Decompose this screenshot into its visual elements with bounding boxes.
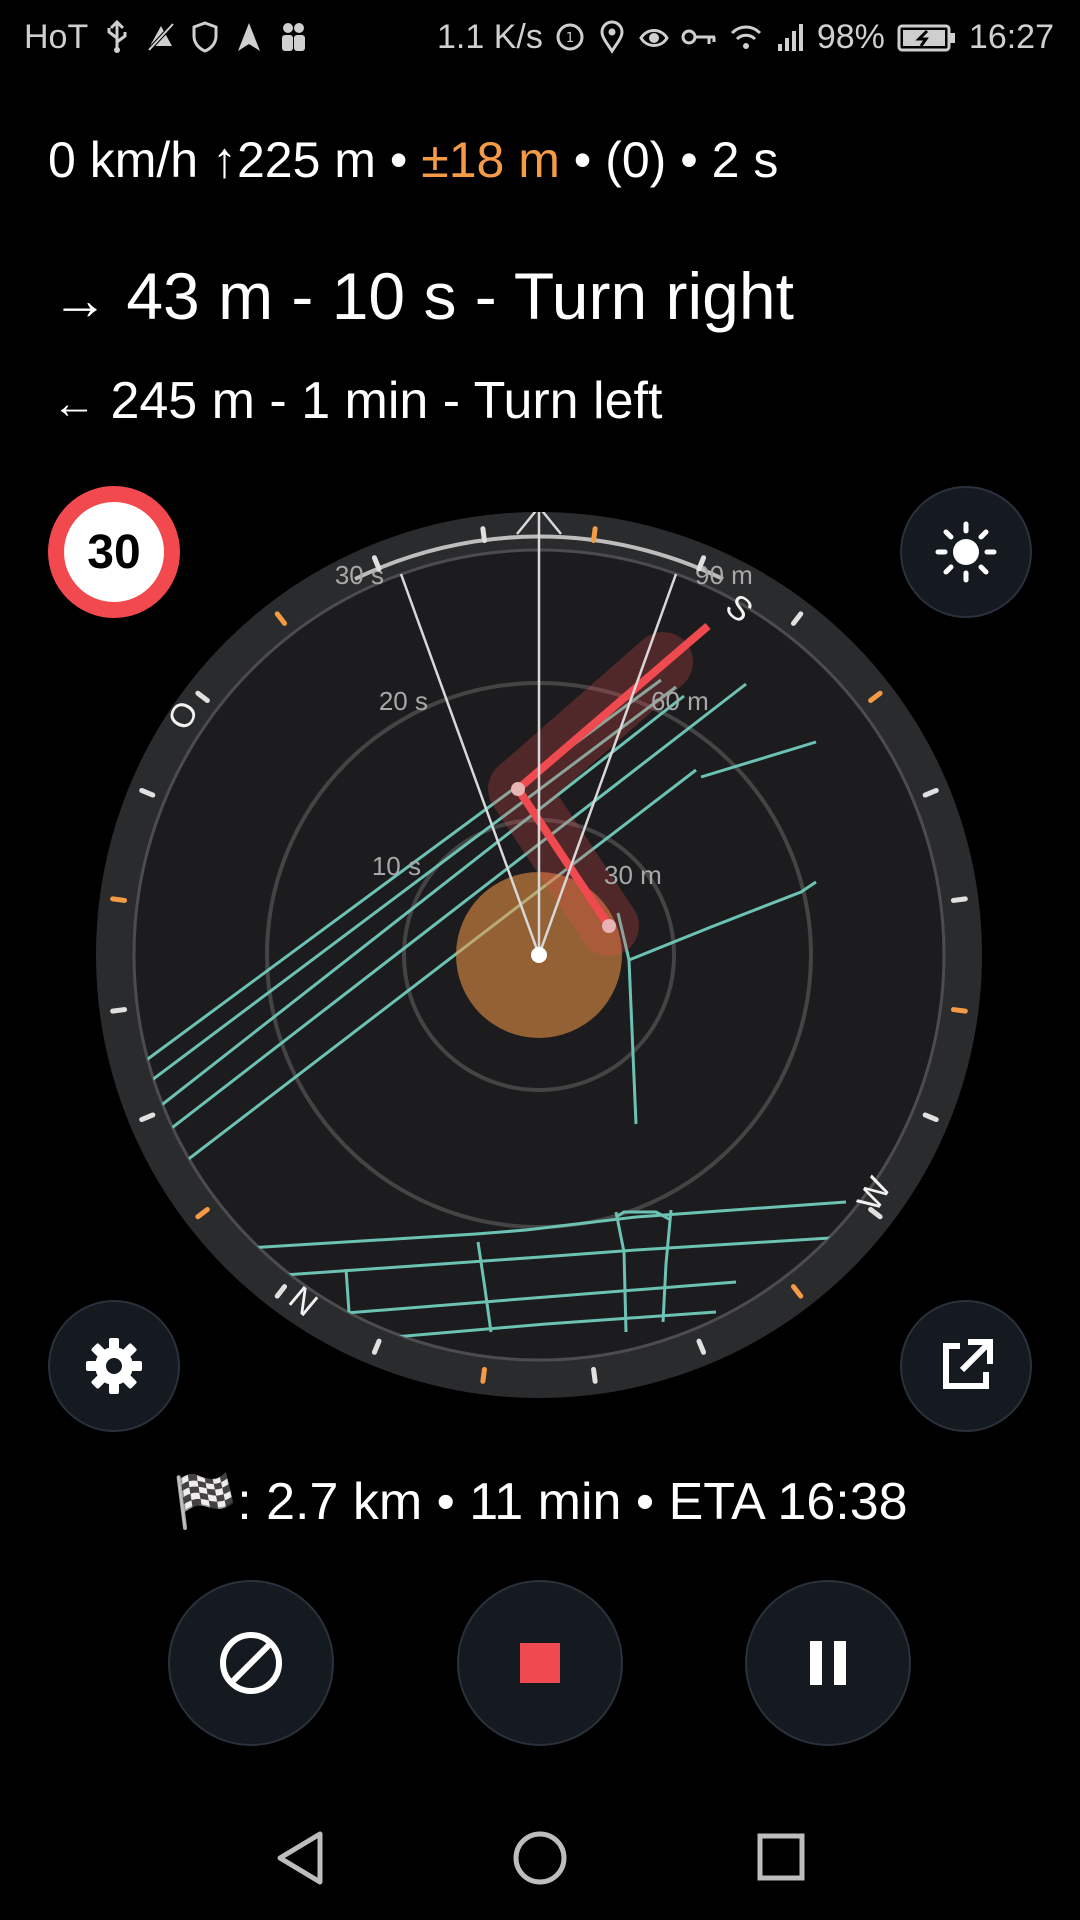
stop-button[interactable] [457,1580,623,1746]
compass-tick [591,526,598,544]
compass-tick [110,1007,128,1014]
fix-age: 2 s [711,132,779,188]
separator: • [389,132,408,188]
location-pin-icon [600,20,624,54]
wifi-icon [730,25,761,49]
cell-signal-icon [777,24,803,51]
compass-tick [950,1007,968,1014]
current-speed: 0 km/h [48,132,199,188]
satellite-count: (0) [605,132,667,188]
turn-left-arrow-icon: ← [52,379,96,428]
pause-icon [810,1641,846,1685]
following-instruction: ← 245 m - 1 min - Turn left [52,370,662,435]
compass-tick [480,526,487,544]
separator: • [573,132,592,188]
turn-right-arrow-icon: → [52,268,108,331]
gps-status-line: 0 km/h ↑225 m • ±18 m • (0) • 2 s [48,130,778,190]
navigation-screen: HoT 1.1 K/s 1 98% 16:27 0 km/h ↑225 m • … [0,0,1080,1920]
altitude: ↑225 m [211,132,376,188]
cancel-icon [220,1632,282,1694]
gear-icon [86,1338,142,1394]
time-label-20: 20 s [379,686,428,716]
current-position [531,947,547,963]
following-instruction-text: 245 m - 1 min - Turn left [110,372,663,430]
clock: 16:27 [968,18,1054,56]
next-instruction-text: 43 m - 10 s - Turn right [126,259,794,333]
status-bar-right: 1.1 K/s 1 98% 16:27 [437,18,1054,56]
status-bar: HoT 1.1 K/s 1 98% 16:27 [0,0,1080,76]
people-icon [282,23,306,51]
separator: • [680,132,698,188]
status-bar-left: HoT [24,18,308,56]
key-icon [681,29,716,45]
compass-tick [591,1366,598,1384]
finish-flag-icon: 🏁 [172,1473,238,1531]
cancel-route-button[interactable] [168,1580,334,1746]
back-icon[interactable] [277,1831,323,1885]
network-speed: 1.1 K/s [437,18,543,56]
navigation-radar: 10 s 20 s 30 s 30 m 60 m 90 m S O W N [96,512,982,1398]
route-summary: 🏁: 2.7 km • 11 min • ETA 16:38 [0,1470,1080,1534]
distance-label-30: 30 m [604,860,662,890]
eye-icon [639,29,669,47]
time-label-10: 10 s [372,851,421,881]
pause-button[interactable] [745,1580,911,1746]
gps-accuracy: ±18 m [421,132,560,188]
stop-icon [520,1643,560,1683]
compass-tick [480,1366,487,1384]
home-icon[interactable] [513,1831,567,1885]
system-navigation-bar [277,1831,805,1885]
battery-percent: 98% [816,18,885,56]
route-summary-text: : 2.7 km • 11 min • ETA 16:38 [237,1473,908,1531]
data-saver-icon: 1 [556,23,584,51]
navigation-arrow-icon [238,23,261,51]
compass-tick [110,896,128,903]
route-point [511,782,525,796]
settings-button[interactable] [48,1300,180,1432]
distance-label-60: 60 m [651,686,709,716]
external-link-icon [943,1339,993,1389]
usb-icon [107,20,127,53]
route-point [602,919,616,933]
battery-icon [897,24,955,52]
distance-label-90: 90 m [695,560,753,590]
svg-text:1: 1 [566,31,574,46]
no-location-icon [147,22,175,52]
shield-icon [192,21,218,53]
recents-icon[interactable] [757,1833,805,1881]
next-instruction: → 43 m - 10 s - Turn right [52,258,794,338]
compass-tick [950,896,968,903]
carrier-name: HoT [24,18,89,56]
open-external-button[interactable] [900,1300,1032,1432]
